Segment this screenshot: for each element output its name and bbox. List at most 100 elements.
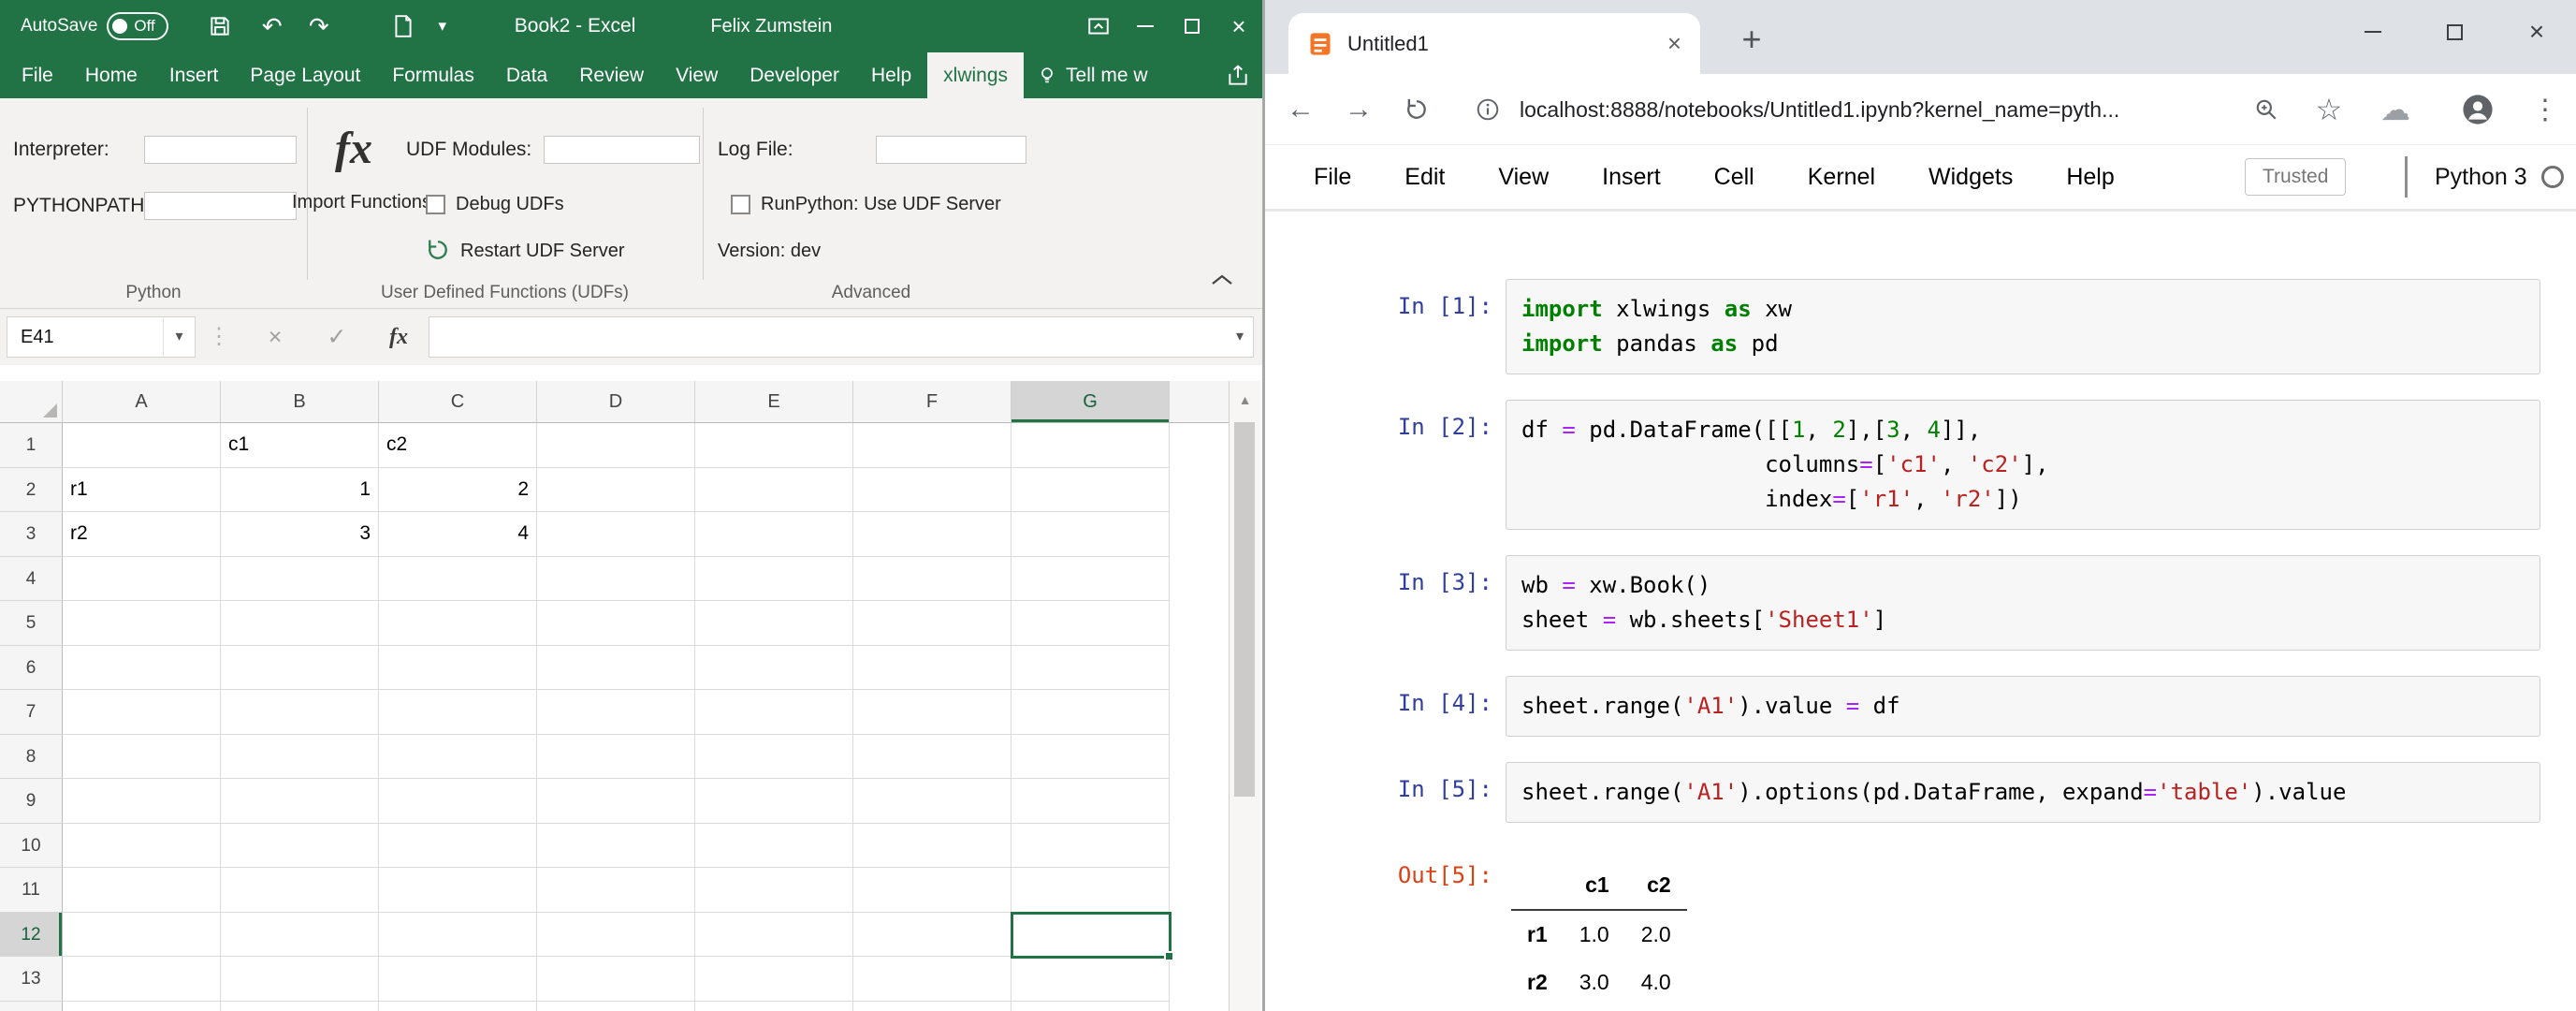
notebook-cell[interactable]: In [4]: sheet.range('A1').value = df [1340, 676, 2540, 737]
grid-cell-A2[interactable]: r1 [63, 467, 221, 512]
insert-function-fx-icon[interactable]: fx [378, 316, 419, 358]
redo-button[interactable]: ↷ [296, 0, 342, 52]
close-button[interactable]: × [1215, 0, 1262, 52]
scrollbar-thumb[interactable] [1234, 422, 1255, 797]
code-input-area[interactable]: wb = xw.Book() sheet = wb.sheets['Sheet1'… [1506, 555, 2540, 651]
import-functions-fx-icon[interactable]: fx [335, 126, 372, 171]
cancel-x-icon[interactable]: × [255, 316, 296, 358]
row-header-12[interactable]: 12 [0, 912, 63, 957]
cloud-icon[interactable]: ☁ [2375, 74, 2416, 145]
debug-udfs-checkbox[interactable] [426, 195, 445, 214]
grid-cell-G2[interactable] [1011, 467, 1170, 512]
share-button[interactable] [1214, 52, 1262, 98]
grid-cell-E9[interactable] [695, 779, 853, 824]
grid-cell-C11[interactable] [379, 868, 537, 913]
ribbon-tab-xlwings[interactable]: xlwings [927, 52, 1025, 98]
grid-cell-F14[interactable] [853, 1001, 1011, 1011]
row-header-10[interactable]: 10 [0, 823, 63, 868]
grid-cell-E6[interactable] [695, 645, 853, 690]
menu-item-kernel[interactable]: Kernel [1808, 164, 1875, 191]
grid-cell-G3[interactable] [1011, 512, 1170, 557]
grid-cell-G7[interactable] [1011, 690, 1170, 735]
grid-cell-G8[interactable] [1011, 734, 1170, 779]
grid-cell-E11[interactable] [695, 868, 853, 913]
grid-cell-D6[interactable] [537, 645, 695, 690]
grid-cell-G9[interactable] [1011, 779, 1170, 824]
vertical-scrollbar[interactable]: ▲ [1229, 381, 1260, 1011]
grid-cell-B13[interactable] [221, 957, 379, 1002]
grid-cell-E14[interactable] [695, 1001, 853, 1011]
bookmark-star-icon[interactable]: ☆ [2308, 74, 2350, 145]
menu-item-file[interactable]: File [1314, 164, 1351, 191]
grid-cell-G1[interactable] [1011, 423, 1170, 468]
grid-cell-B14[interactable] [221, 1001, 379, 1011]
col-header-D[interactable]: D [537, 381, 695, 422]
grid-cell-E7[interactable] [695, 690, 853, 735]
name-box-caret-icon[interactable]: ▾ [163, 317, 195, 357]
grid-cell-C5[interactable] [379, 601, 537, 646]
grid-cell-C7[interactable] [379, 690, 537, 735]
grid-cell-F2[interactable] [853, 467, 1011, 512]
grid-cell-F8[interactable] [853, 734, 1011, 779]
grid-cell-F10[interactable] [853, 823, 1011, 868]
grid-cell-F4[interactable] [853, 556, 1011, 601]
grid-cell-D14[interactable] [537, 1001, 695, 1011]
fill-handle[interactable] [1164, 951, 1174, 961]
grid-cell-D2[interactable] [537, 467, 695, 512]
grid-cell-F9[interactable] [853, 779, 1011, 824]
forward-button[interactable]: → [1338, 74, 1379, 145]
row-header-13[interactable]: 13 [0, 957, 63, 1002]
grid-cell-D4[interactable] [537, 556, 695, 601]
notebook-cell[interactable]: In [1]: import xlwings as xw import pandas… [1340, 279, 2540, 374]
grid-cell-A4[interactable] [63, 556, 221, 601]
ribbon-tab-view[interactable]: View [660, 52, 734, 98]
browser-tab[interactable]: Untitled1 × [1288, 13, 1700, 74]
grid-cell-B11[interactable] [221, 868, 379, 913]
scroll-up-arrow-icon[interactable]: ▲ [1230, 381, 1260, 407]
menu-item-edit[interactable]: Edit [1404, 164, 1445, 191]
udf-modules-input[interactable] [544, 136, 700, 164]
quick-access-caret-icon[interactable]: ▾ [427, 0, 458, 52]
grid-cell-E10[interactable] [695, 823, 853, 868]
ribbon-tab-insert[interactable]: Insert [153, 52, 235, 98]
grid-cell-D3[interactable] [537, 512, 695, 557]
grid-cell-E1[interactable] [695, 423, 853, 468]
enter-check-icon[interactable]: ✓ [316, 316, 357, 358]
reload-button[interactable] [1396, 74, 1437, 145]
grid-cell-D7[interactable] [537, 690, 695, 735]
grid-cell-E8[interactable] [695, 734, 853, 779]
minimize-button[interactable] [1122, 0, 1169, 52]
col-header-E[interactable]: E [695, 381, 853, 422]
grid-cell-A8[interactable] [63, 734, 221, 779]
ribbon-display-options-button[interactable] [1075, 0, 1122, 52]
grid-cell-G6[interactable] [1011, 645, 1170, 690]
browser-minimize-button[interactable] [2352, 7, 2394, 56]
grid-cell-F11[interactable] [853, 868, 1011, 913]
grid-cell-G13[interactable] [1011, 957, 1170, 1002]
new-tab-button[interactable]: + [1731, 19, 1772, 60]
row-header-3[interactable]: 3 [0, 512, 63, 557]
grid-cell-D10[interactable] [537, 823, 695, 868]
grid-cell-F6[interactable] [853, 645, 1011, 690]
formula-expand-caret-icon[interactable]: ▾ [1236, 317, 1244, 357]
grid-cell-D1[interactable] [537, 423, 695, 468]
grid-cell-C14[interactable] [379, 1001, 537, 1011]
tell-me-box[interactable]: Tell me w [1037, 52, 1148, 98]
grid-cell-E2[interactable] [695, 467, 853, 512]
formulabar-drag-dots-icon[interactable]: ⋮ [208, 316, 230, 358]
grid-cell-A6[interactable] [63, 645, 221, 690]
select-all-corner[interactable] [0, 381, 63, 422]
ribbon-collapse-button[interactable] [1209, 272, 1235, 292]
grid-cell-A11[interactable] [63, 868, 221, 913]
grid-cell-G11[interactable] [1011, 868, 1170, 913]
grid-cell-B4[interactable] [221, 556, 379, 601]
grid-cell-D11[interactable] [537, 868, 695, 913]
grid-cell-G14[interactable] [1011, 1001, 1170, 1011]
row-header-5[interactable]: 5 [0, 601, 63, 646]
grid-cell-B1[interactable]: c1 [221, 423, 379, 468]
col-header-A[interactable]: A [63, 381, 221, 422]
grid-cell-D12[interactable] [537, 912, 695, 957]
grid-cell-D5[interactable] [537, 601, 695, 646]
row-header-8[interactable]: 8 [0, 734, 63, 779]
grid-cell-C2[interactable]: 2 [379, 467, 537, 512]
